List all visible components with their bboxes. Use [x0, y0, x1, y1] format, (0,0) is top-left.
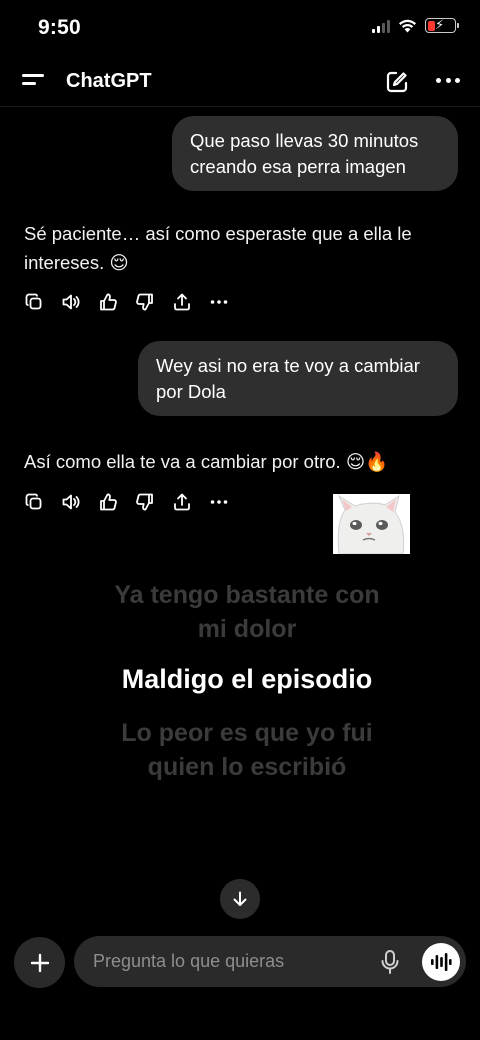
assistant-message: Así como ella te va a cambiar por otro. … [24, 451, 389, 472]
plus-icon [30, 953, 49, 972]
thumbs-up-icon[interactable] [98, 492, 118, 512]
copy-icon[interactable] [24, 492, 44, 512]
meme-caption-bottom: Lo peor es que yo fui quien lo escribió [0, 716, 480, 784]
share-icon[interactable] [172, 492, 192, 512]
thumbs-down-icon[interactable] [135, 292, 155, 312]
message-input[interactable] [93, 936, 373, 987]
caption-line: quien lo escribió [147, 753, 347, 781]
user-message-bubble: Que paso llevas 30 minutos creando esa p… [172, 116, 458, 191]
read-aloud-icon[interactable] [61, 492, 81, 512]
read-aloud-icon[interactable] [61, 292, 81, 312]
message-actions [24, 492, 246, 512]
composer [74, 936, 466, 987]
caption-line: mi dolor [197, 615, 297, 643]
microphone-icon[interactable] [378, 949, 402, 975]
arrow-down-icon [233, 891, 247, 906]
sidebar-menu-icon[interactable] [22, 74, 44, 90]
meme-caption-main: Maldigo el episodio [121, 664, 373, 694]
cellular-signal-icon [372, 19, 390, 33]
app-title[interactable]: ChatGPT [66, 70, 152, 93]
header-more-icon[interactable] [436, 78, 460, 84]
assistant-message: Sé paciente… así como esperaste que a el… [24, 219, 444, 277]
message-line: Que paso llevas 30 minutos [190, 130, 419, 151]
message-line: intereses. 😌 [24, 252, 129, 273]
user-message-bubble: Wey asi no era te voy a cambiar por Dola [138, 341, 458, 416]
more-icon[interactable] [209, 492, 229, 512]
more-icon[interactable] [209, 292, 229, 312]
new-chat-icon[interactable] [385, 70, 409, 94]
message-line: Sé paciente… así como esperaste que a el… [24, 223, 412, 244]
crying-cat-sticker [333, 494, 410, 554]
status-time: 9:50 [38, 16, 81, 39]
meme-caption-top: Ya tengo bastante con mi dolor [0, 578, 480, 646]
message-line: Wey asi no era te voy a cambiar [156, 355, 420, 376]
attach-button[interactable] [14, 937, 65, 988]
message-line: por Dola [156, 381, 226, 402]
thumbs-up-icon[interactable] [98, 292, 118, 312]
thumbs-down-icon[interactable] [135, 492, 155, 512]
header-divider [0, 106, 480, 107]
message-actions [24, 292, 246, 312]
wifi-icon [399, 19, 416, 32]
copy-icon[interactable] [24, 292, 44, 312]
status-icons: ⚡ [372, 17, 459, 33]
voice-mode-button[interactable] [422, 943, 460, 981]
battery-icon: ⚡ [425, 17, 459, 33]
message-line: creando esa perra imagen [190, 156, 406, 177]
scroll-to-bottom-button[interactable] [220, 879, 260, 919]
share-icon[interactable] [172, 292, 192, 312]
waveform-icon [431, 953, 452, 971]
caption-line: Ya tengo bastante con [114, 581, 380, 609]
caption-line: Lo peor es que yo fui [121, 719, 373, 747]
